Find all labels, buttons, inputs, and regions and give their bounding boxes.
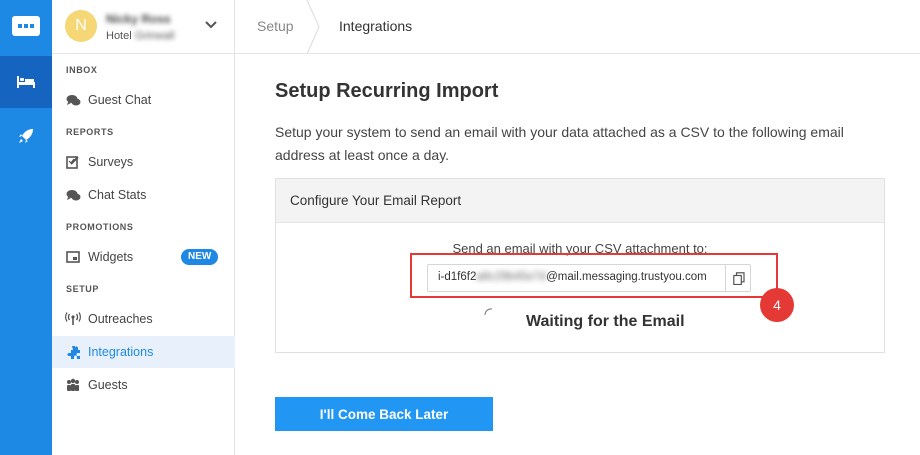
come-back-later-button[interactable]: I'll Come Back Later xyxy=(275,397,493,431)
page-title: Setup Recurring Import xyxy=(275,80,499,102)
section-promotions: PROMOTIONS xyxy=(66,222,134,232)
hotel-nav-button[interactable] xyxy=(0,56,52,108)
sidebar-item-label: Widgets xyxy=(88,250,134,264)
sidebar-item-surveys[interactable]: Surveys xyxy=(52,146,235,178)
section-inbox: INBOX xyxy=(66,65,98,75)
sidebar-item-widgets[interactable]: Widgets NEW xyxy=(52,241,235,273)
hotel-prefix: Hotel xyxy=(106,30,132,42)
new-badge: NEW xyxy=(181,249,219,265)
sidebar-item-label: Outreaches xyxy=(88,312,153,326)
user-switcher[interactable]: N Nicky Ross Hotel Grinwall xyxy=(52,0,235,54)
sidebar-item-label: Guests xyxy=(88,378,128,392)
breadcrumb-current: Integrations xyxy=(339,18,413,34)
hotel-name-blurred: Grinwall xyxy=(134,30,175,42)
chat-bubbles-icon xyxy=(65,92,81,108)
breadcrumb: Setup Integrations xyxy=(235,0,920,54)
hotel-name: Hotel Grinwall xyxy=(106,30,174,42)
widget-window-icon xyxy=(65,249,81,265)
sidebar-item-outreaches[interactable]: Outreaches xyxy=(52,303,235,335)
sidebar: N Nicky Ross Hotel Grinwall INBOX Guest … xyxy=(52,0,235,455)
sidebar-item-guest-chat[interactable]: Guest Chat xyxy=(52,84,235,116)
chat-logo-icon xyxy=(12,16,40,36)
sidebar-item-label: Integrations xyxy=(88,345,154,359)
rocket-nav-button[interactable] xyxy=(0,110,52,162)
annotation-highlight-box xyxy=(410,253,778,298)
avatar: N xyxy=(65,10,97,42)
sidebar-item-label: Guest Chat xyxy=(88,93,152,107)
sidebar-item-integrations[interactable]: Integrations xyxy=(52,336,235,368)
rocket-icon xyxy=(19,129,33,143)
sidebar-item-chat-stats[interactable]: Chat Stats xyxy=(52,179,235,211)
sidebar-item-label: Surveys xyxy=(88,155,134,169)
user-name: Nicky Ross xyxy=(106,12,171,26)
survey-edit-icon xyxy=(65,154,81,170)
section-setup: SETUP xyxy=(66,284,100,294)
hotel-bed-icon xyxy=(17,76,35,88)
broadcast-antenna-icon xyxy=(65,311,81,327)
icon-rail xyxy=(0,0,52,455)
guests-group-icon xyxy=(65,377,81,393)
puzzle-piece-icon xyxy=(65,344,81,360)
page-description: Setup your system to send an email with … xyxy=(275,124,844,163)
annotation-step-badge: 4 xyxy=(760,288,794,322)
breadcrumb-setup-link[interactable]: Setup xyxy=(257,18,294,34)
chat-bubbles-icon xyxy=(65,187,81,203)
waiting-status: Waiting for the Email xyxy=(526,313,685,330)
section-reports: REPORTS xyxy=(66,127,114,137)
breadcrumb-separator-icon xyxy=(306,0,320,54)
loading-spinner-icon xyxy=(484,308,493,316)
sidebar-item-label: Chat Stats xyxy=(88,188,147,202)
chevron-down-icon[interactable] xyxy=(204,20,218,30)
sidebar-item-guests[interactable]: Guests xyxy=(52,369,235,401)
app-logo-button[interactable] xyxy=(0,0,52,52)
card-header: Configure Your Email Report xyxy=(276,179,884,223)
card-title: Configure Your Email Report xyxy=(290,193,462,208)
